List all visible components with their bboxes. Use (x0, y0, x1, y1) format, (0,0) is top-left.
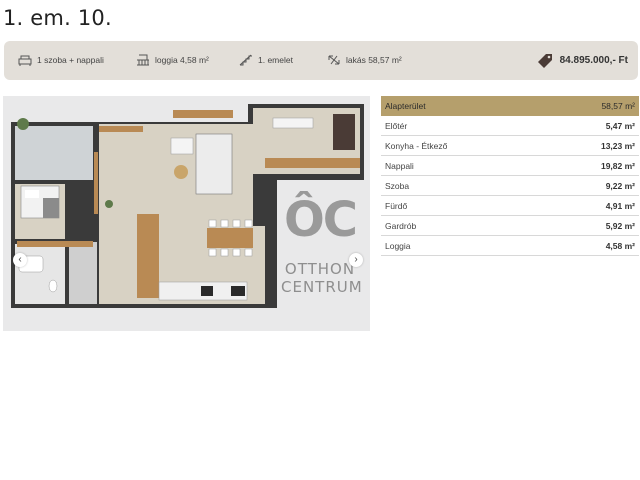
apartment-info-bar: 1 szoba + nappali loggia 4,58 m² 1. emel… (4, 41, 638, 80)
area-text: lakás 58,57 m² (346, 55, 402, 65)
sofa-icon (18, 55, 32, 66)
room-area: 9,22 m² (605, 181, 635, 191)
price-tag-icon (537, 54, 552, 68)
table-row: Loggia 4,58 m² (381, 236, 639, 256)
table-row: Fürdő 4,91 m² (381, 196, 639, 216)
room-label: Előtér (385, 121, 408, 131)
balcony-icon (137, 54, 149, 66)
room-area: 4,91 m² (605, 201, 635, 211)
table-row: Konyha - Étkező 13,23 m² (381, 136, 639, 156)
logo-line2: CENTRUM (281, 278, 363, 296)
room-area: 13,23 m² (600, 141, 635, 151)
loggia-info: loggia 4,58 m² (136, 54, 209, 66)
logo-line1: OTTHON (284, 260, 356, 278)
loggia-text: loggia 4,58 m² (155, 55, 209, 65)
room-area: 19,82 m² (600, 161, 635, 171)
area-info: lakás 58,57 m² (327, 54, 402, 66)
floorplan-image: ÔC OTTHON CENTRUM ‹ › (3, 96, 370, 331)
room-label: Gardrób (385, 221, 417, 231)
area-table-header: Alapterület 58,57 m² (381, 96, 639, 116)
header-value: 58,57 m² (601, 101, 635, 111)
next-image-button[interactable]: › (349, 253, 363, 267)
otthon-centrum-logo: ÔC OTTHON CENTRUM (281, 182, 363, 296)
price-text: 84.895.000,- Ft (559, 55, 628, 66)
room-label: Konyha - Étkező (385, 141, 448, 151)
room-label: Szoba (385, 181, 410, 191)
header-label: Alapterület (385, 101, 426, 111)
table-row: Gardrób 5,92 m² (381, 216, 639, 236)
previous-image-button[interactable]: ‹ (13, 253, 27, 267)
stairs-icon (239, 54, 252, 66)
room-label: Nappali (385, 161, 414, 171)
table-row: Előtér 5,47 m² (381, 116, 639, 136)
table-row: Szoba 9,22 m² (381, 176, 639, 196)
floor-info: 1. emelet (239, 54, 293, 66)
price: 84.895.000,- Ft (537, 53, 628, 68)
room-label: Fürdő (385, 201, 408, 211)
area-icon (328, 55, 340, 65)
floor-text: 1. emelet (258, 55, 293, 65)
room-area: 4,58 m² (605, 241, 635, 251)
page-title: 1. em. 10. (3, 6, 112, 30)
room-area: 5,47 m² (605, 121, 635, 131)
room-area: 5,92 m² (605, 221, 635, 231)
table-row: Nappali 19,82 m² (381, 156, 639, 176)
rooms-info: 1 szoba + nappali (18, 54, 104, 66)
room-label: Loggia (385, 241, 411, 251)
area-table: Alapterület 58,57 m² Előtér 5,47 m² Kony… (381, 96, 639, 256)
logo-letters: ÔC (283, 192, 358, 248)
rooms-text: 1 szoba + nappali (37, 55, 104, 65)
